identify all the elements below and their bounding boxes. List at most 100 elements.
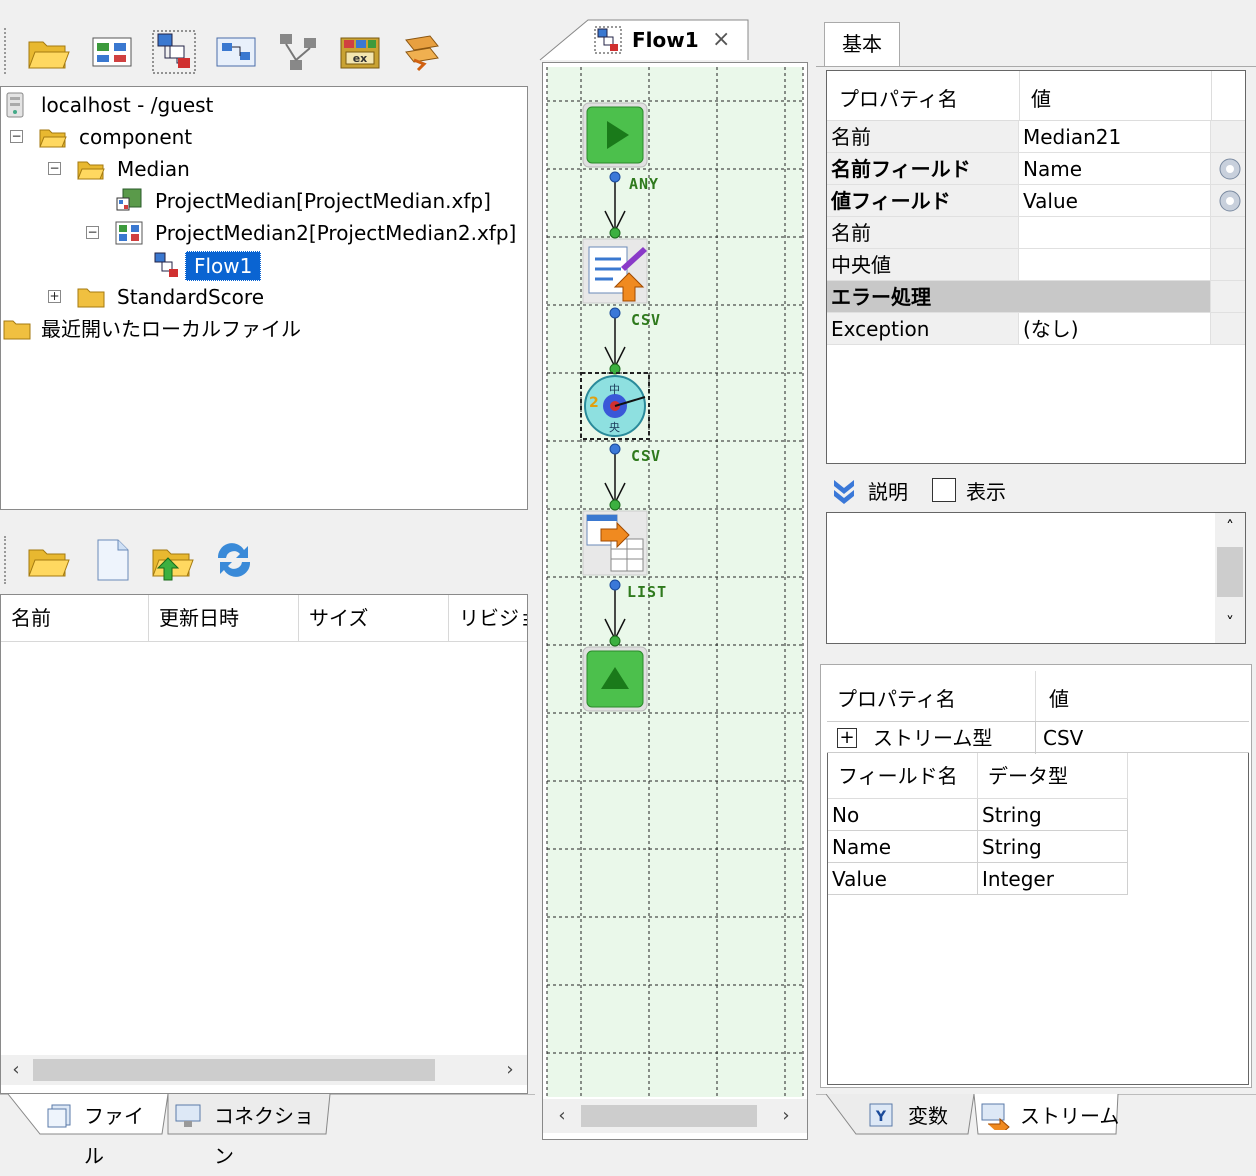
field-picker-icon[interactable]	[1215, 153, 1245, 183]
connection-label-csv: CSV	[631, 311, 662, 329]
scroll-thumb[interactable]	[33, 1059, 435, 1081]
server-icon	[6, 92, 24, 118]
property-button-cell	[1211, 281, 1245, 313]
connection-label-any: ANY	[629, 175, 660, 193]
property-button-cell[interactable]	[1211, 185, 1245, 217]
property-value[interactable]: Name	[1019, 153, 1211, 185]
field-name-cell[interactable]: Name	[828, 831, 978, 863]
scroll-left-icon[interactable]: ‹	[549, 1101, 575, 1131]
property-key: 中央値	[827, 249, 1019, 281]
collapse-icon[interactable]: −	[86, 226, 99, 239]
field-picker-icon[interactable]	[1215, 185, 1245, 215]
property-value[interactable]	[1019, 217, 1211, 249]
tree-node-standardscore[interactable]: + StandardScore	[1, 281, 521, 313]
property-value[interactable]	[1019, 249, 1211, 281]
tab-basic[interactable]: 基本	[824, 22, 900, 66]
double-chevron-down-icon[interactable]	[830, 476, 858, 504]
explorer-toolbar: ex	[0, 14, 528, 86]
scroll-thumb[interactable]	[581, 1105, 757, 1127]
expand-icon[interactable]: +	[837, 728, 857, 748]
property-value[interactable]: (なし)	[1019, 313, 1211, 345]
tree-node-project-median2[interactable]: − ProjectMedian2[ProjectMedian2.xfp]	[1, 217, 525, 249]
upload-folder-icon[interactable]	[150, 538, 194, 582]
scroll-up-icon[interactable]: ˄	[1215, 517, 1245, 536]
open-folder-icon[interactable]	[26, 30, 70, 74]
toolbar-grip[interactable]	[4, 28, 9, 74]
flow-file-icon	[154, 252, 178, 277]
field-type-cell[interactable]: Integer	[978, 863, 1128, 895]
close-tab-icon[interactable]: ×	[712, 24, 730, 56]
tree-node-component[interactable]: − component	[1, 121, 521, 153]
canvas-scrollbar[interactable]: ‹ ›	[543, 1099, 807, 1133]
tab-variables[interactable]: Y 変数	[868, 1096, 968, 1136]
component-icon[interactable]	[214, 30, 258, 74]
field-name-cell[interactable]: Value	[828, 863, 978, 895]
tab-stream[interactable]: ストリーム	[980, 1096, 1120, 1136]
scroll-right-icon[interactable]: ›	[773, 1101, 799, 1131]
description-bar: 説明 表示	[826, 470, 1246, 510]
csv-writer-node-icon[interactable]	[582, 238, 648, 304]
tree-node-median[interactable]: − Median	[1, 153, 521, 185]
files-tab-icon	[47, 1104, 71, 1128]
folder-icon	[3, 320, 31, 340]
property-value[interactable]: Median21	[1019, 121, 1211, 153]
property-button-cell[interactable]	[1211, 153, 1245, 185]
collapse-icon[interactable]: −	[48, 162, 61, 175]
field-name-cell[interactable]: No	[828, 799, 978, 831]
header-property-name: プロパティ名	[839, 87, 958, 111]
new-file-icon[interactable]	[90, 538, 134, 582]
tree-node-root[interactable]: localhost - /guest	[1, 89, 521, 121]
stream-type-row[interactable]: + ストリーム型 CSV	[827, 721, 1249, 754]
property-key: 名前	[827, 121, 1019, 153]
column-header-name[interactable]: 名前	[1, 595, 149, 641]
tree-node-flow1[interactable]: Flow1	[1, 249, 521, 281]
column-header-size[interactable]: サイズ	[299, 595, 449, 641]
description-area[interactable]: ˄ ˅	[826, 512, 1246, 644]
tab-divider	[816, 66, 1256, 67]
toolbar-grip[interactable]	[4, 536, 9, 584]
expand-icon[interactable]: +	[48, 290, 61, 303]
scroll-thumb[interactable]	[1217, 547, 1243, 597]
tree-node-recent[interactable]: 最近開いたローカルファイル	[1, 313, 521, 345]
property-button-cell	[1211, 313, 1245, 345]
file-list-header: 名前 更新日時 サイズ リビジョ	[1, 595, 527, 642]
start-node-icon[interactable]	[582, 102, 648, 168]
open-folder-icon[interactable]	[26, 538, 70, 582]
scroll-down-icon[interactable]: ˅	[1215, 613, 1245, 632]
network-icon[interactable]	[276, 30, 320, 74]
project-icon[interactable]	[90, 30, 134, 74]
end-node-icon[interactable]	[582, 646, 648, 712]
show-checkbox[interactable]	[932, 478, 956, 502]
flow-icon[interactable]	[152, 30, 196, 74]
description-scrollbar[interactable]: ˄ ˅	[1215, 513, 1245, 643]
editor-tab-flow1[interactable]: Flow1 ×	[594, 24, 744, 56]
explorer-tabs: ファイル コネクション	[0, 1094, 535, 1168]
flow-canvas[interactable]: 中 央 2 ANY CSV CSV LIST ‹ ›	[542, 62, 808, 1140]
column-header-modified[interactable]: 更新日時	[149, 595, 299, 641]
collapse-icon[interactable]: −	[10, 130, 23, 143]
scroll-right-icon[interactable]: ›	[497, 1055, 523, 1085]
tab-connection[interactable]: コネクション	[174, 1096, 324, 1168]
csv-to-list-node-icon[interactable]	[582, 510, 648, 576]
header-value: 値	[1049, 687, 1069, 711]
field-type-cell[interactable]: String	[978, 799, 1128, 831]
property-button-cell	[1211, 217, 1245, 249]
folder-open-icon	[39, 129, 67, 148]
column-header-field-name[interactable]: フィールド名	[828, 753, 978, 799]
file-list-scrollbar[interactable]: ‹ ›	[1, 1055, 527, 1085]
field-type-cell[interactable]: String	[978, 831, 1128, 863]
tree-label: Median	[117, 157, 190, 181]
column-header-data-type[interactable]: データ型	[978, 753, 1128, 799]
property-key: 名前	[827, 217, 1019, 249]
tree-node-project-median[interactable]: ProjectMedian[ProjectMedian.xfp]	[1, 185, 521, 217]
property-value[interactable]: Value	[1019, 185, 1211, 217]
extension-icon[interactable]: ex	[338, 30, 382, 74]
refresh-icon[interactable]	[212, 538, 256, 582]
scroll-left-icon[interactable]: ‹	[3, 1055, 29, 1085]
svg-text:ex: ex	[353, 52, 368, 65]
tab-label: 変数	[908, 1104, 948, 1128]
column-header-revision[interactable]: リビジョ	[449, 595, 527, 641]
tools-icon[interactable]	[400, 30, 444, 74]
editor-tab-title: Flow1	[632, 28, 699, 52]
tab-files[interactable]: ファイル	[46, 1096, 162, 1168]
